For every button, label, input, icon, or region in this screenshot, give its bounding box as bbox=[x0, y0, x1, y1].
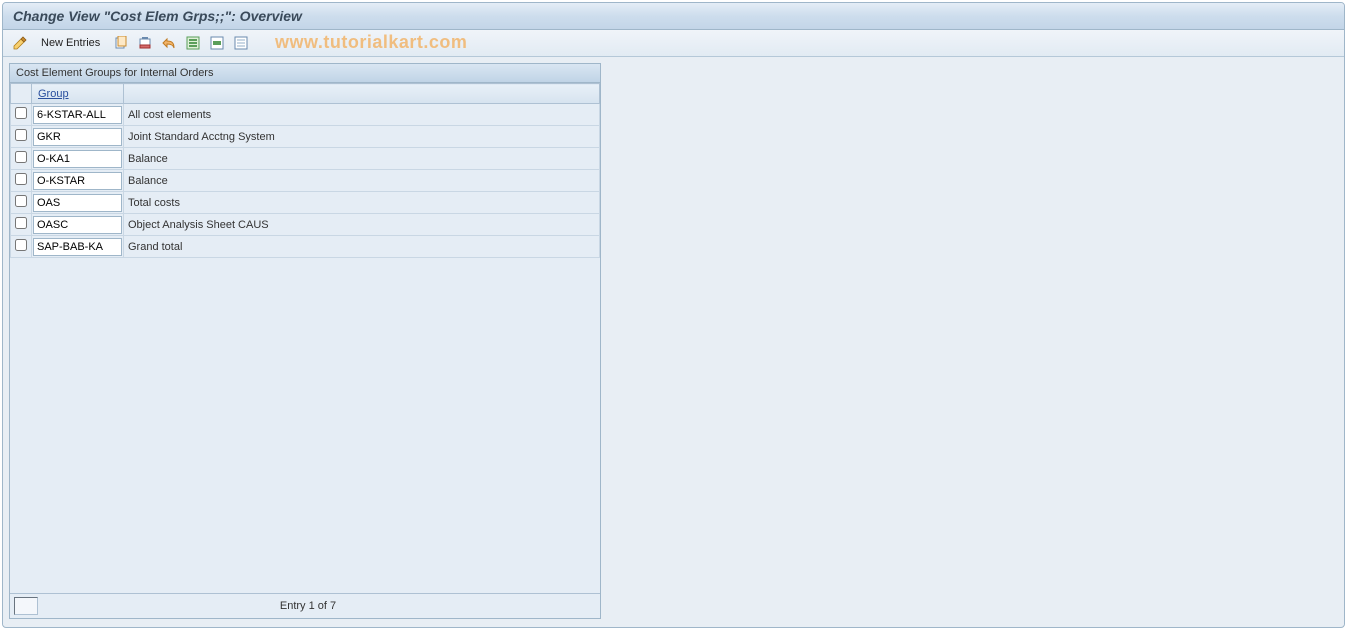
position-bar: Entry 1 of 7 bbox=[10, 593, 600, 618]
column-header-group[interactable]: Group bbox=[32, 84, 124, 104]
group-cell bbox=[32, 192, 124, 214]
description-cell: Total costs bbox=[124, 192, 600, 214]
select-block-icon[interactable] bbox=[208, 34, 226, 52]
row-checkbox[interactable] bbox=[15, 217, 27, 229]
app-window: Change View "Cost Elem Grps;;": Overview… bbox=[2, 2, 1345, 628]
group-input[interactable] bbox=[33, 238, 122, 256]
group-input[interactable] bbox=[33, 216, 122, 234]
description-cell: Balance bbox=[124, 170, 600, 192]
toolbar: New Entries bbox=[3, 30, 1344, 57]
column-header-description[interactable] bbox=[124, 84, 600, 104]
row-checkbox[interactable] bbox=[15, 129, 27, 141]
description-cell: Joint Standard Acctng System bbox=[124, 126, 600, 148]
group-cell bbox=[32, 236, 124, 258]
page-title: Change View "Cost Elem Grps;;": Overview bbox=[3, 3, 1344, 30]
row-checkbox[interactable] bbox=[15, 107, 27, 119]
group-cell bbox=[32, 214, 124, 236]
row-select-cell[interactable] bbox=[11, 236, 32, 258]
group-cell bbox=[32, 148, 124, 170]
group-input[interactable] bbox=[33, 172, 122, 190]
delete-icon[interactable] bbox=[136, 34, 154, 52]
row-checkbox[interactable] bbox=[15, 173, 27, 185]
table-wrap: Group All cost elementsJoint Standard Ac… bbox=[10, 83, 600, 593]
watermark-text: www.tutorialkart.com bbox=[275, 32, 467, 53]
select-all-header[interactable] bbox=[11, 84, 32, 104]
row-select-cell[interactable] bbox=[11, 192, 32, 214]
content-area: Cost Element Groups for Internal Orders … bbox=[3, 57, 1344, 625]
description-cell: All cost elements bbox=[124, 104, 600, 126]
group-cell bbox=[32, 170, 124, 192]
description-cell: Grand total bbox=[124, 236, 600, 258]
row-checkbox[interactable] bbox=[15, 151, 27, 163]
select-all-icon[interactable] bbox=[184, 34, 202, 52]
table-row: Balance bbox=[11, 148, 600, 170]
row-checkbox[interactable] bbox=[15, 195, 27, 207]
table-row: Grand total bbox=[11, 236, 600, 258]
row-checkbox[interactable] bbox=[15, 239, 27, 251]
edit-pencil-icon[interactable] bbox=[11, 34, 29, 52]
undo-icon[interactable] bbox=[160, 34, 178, 52]
description-cell: Object Analysis Sheet CAUS bbox=[124, 214, 600, 236]
row-select-cell[interactable] bbox=[11, 214, 32, 236]
copy-icon[interactable] bbox=[112, 34, 130, 52]
entry-status: Entry 1 of 7 bbox=[44, 600, 572, 612]
group-cell bbox=[32, 104, 124, 126]
panel-title: Cost Element Groups for Internal Orders bbox=[10, 64, 600, 83]
position-button[interactable] bbox=[14, 597, 38, 615]
row-select-cell[interactable] bbox=[11, 170, 32, 192]
table-row: All cost elements bbox=[11, 104, 600, 126]
cost-element-panel: Cost Element Groups for Internal Orders … bbox=[9, 63, 601, 619]
group-cell bbox=[32, 126, 124, 148]
table-row: Total costs bbox=[11, 192, 600, 214]
deselect-all-icon[interactable] bbox=[232, 34, 250, 52]
row-select-cell[interactable] bbox=[11, 148, 32, 170]
new-entries-button[interactable]: New Entries bbox=[35, 35, 106, 51]
table-row: Object Analysis Sheet CAUS bbox=[11, 214, 600, 236]
cost-element-table: Group All cost elementsJoint Standard Ac… bbox=[10, 83, 600, 258]
group-input[interactable] bbox=[33, 128, 122, 146]
row-select-cell[interactable] bbox=[11, 104, 32, 126]
row-select-cell[interactable] bbox=[11, 126, 32, 148]
group-input[interactable] bbox=[33, 106, 122, 124]
description-cell: Balance bbox=[124, 148, 600, 170]
group-input[interactable] bbox=[33, 150, 122, 168]
table-row: Joint Standard Acctng System bbox=[11, 126, 600, 148]
group-input[interactable] bbox=[33, 194, 122, 212]
table-row: Balance bbox=[11, 170, 600, 192]
